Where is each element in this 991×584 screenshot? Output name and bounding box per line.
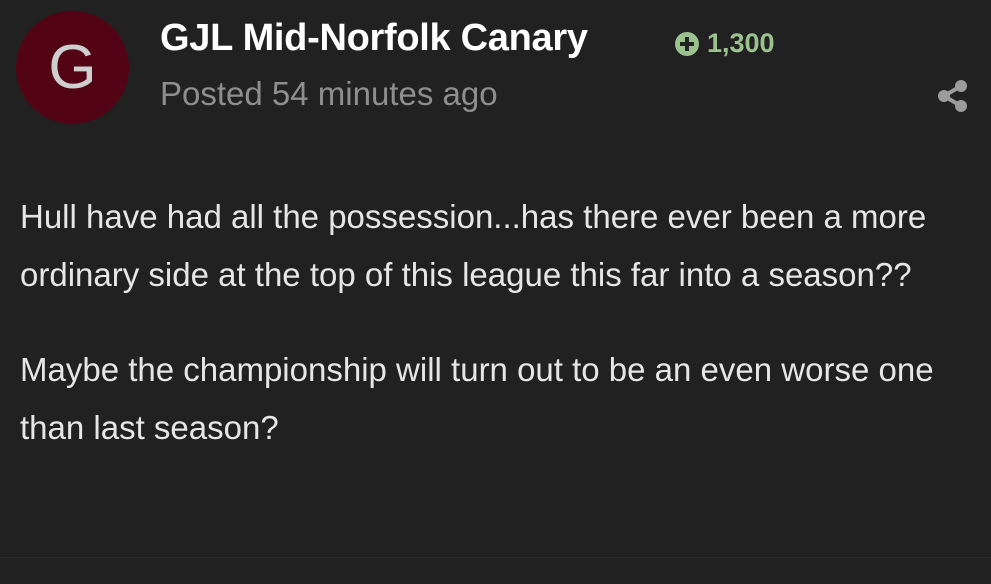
post-paragraph: Maybe the championship will turn out to … [20, 351, 934, 446]
avatar-letter: G [48, 32, 97, 102]
post-paragraph: Hull have had all the possession...has t… [20, 198, 927, 293]
avatar[interactable]: G [16, 11, 129, 124]
post-divider [0, 557, 991, 558]
reputation-count: 1,300 [707, 28, 775, 58]
share-icon[interactable] [935, 78, 971, 114]
post-content: Hull have had all the possession...has t… [20, 188, 965, 494]
plus-circle-icon [675, 31, 699, 56]
author-name[interactable]: GJL Mid-Norfolk Canary [160, 17, 588, 60]
post-timestamp[interactable]: Posted 54 minutes ago [160, 75, 498, 113]
forum-post: G GJL Mid-Norfolk Canary 1,300 Posted 54… [0, 0, 991, 584]
reputation-badge[interactable]: 1,300 [675, 28, 775, 59]
